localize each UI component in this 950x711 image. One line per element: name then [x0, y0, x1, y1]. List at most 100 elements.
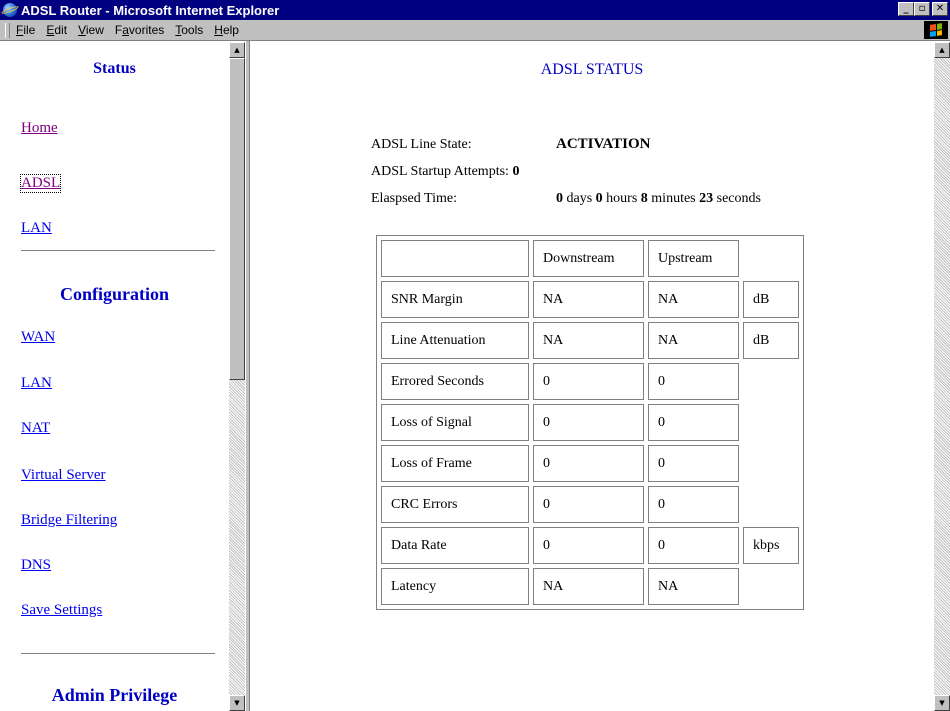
nav-link-home[interactable]: Home	[21, 120, 58, 137]
row-unit: dB	[743, 281, 799, 318]
row-label: Line Attenuation	[381, 322, 529, 359]
nav-link-nat[interactable]: NAT	[21, 420, 50, 437]
row-unit: kbps	[743, 527, 799, 564]
row-label: Data Rate	[381, 527, 529, 564]
menu-file[interactable]: File	[16, 23, 35, 37]
nav-link-save-settings[interactable]: Save Settings	[21, 602, 102, 619]
close-button[interactable]: ✕	[932, 2, 948, 16]
table-header-row: Downstream Upstream	[381, 240, 799, 277]
navigation-scrollbar[interactable]: ▲ ▼	[229, 42, 245, 711]
elapsed-days: 0	[556, 191, 563, 206]
content-scrollbar[interactable]: ▲ ▼	[934, 42, 950, 711]
navigation-frame: Status Home ADSL LAN Configuration WAN L…	[0, 41, 229, 711]
elapsed-minutes-unit: minutes	[651, 191, 696, 206]
row-upstream: NA	[648, 281, 739, 318]
row-label: Loss of Signal	[381, 404, 529, 441]
scroll-up-arrow-icon[interactable]: ▲	[229, 42, 245, 58]
nav-link-config-lan[interactable]: LAN	[21, 375, 52, 392]
scroll-down-arrow-icon[interactable]: ▼	[934, 695, 950, 711]
elapsed-days-unit: days	[566, 191, 593, 206]
nav-link-wan[interactable]: WAN	[21, 329, 55, 346]
elapsed-minutes: 8	[640, 191, 648, 206]
row-downstream: 0	[533, 486, 644, 523]
nav-link-virtual-server[interactable]: Virtual Server	[21, 467, 106, 484]
row-upstream: NA	[648, 568, 739, 605]
table-row: Data Rate 0 0 kbps	[381, 527, 799, 564]
row-downstream: 0	[533, 445, 644, 482]
window-title-bar[interactable]: ADSL Router - Microsoft Internet Explore…	[0, 0, 950, 20]
row-downstream: NA	[533, 568, 644, 605]
row-label: CRC Errors	[381, 486, 529, 523]
menu-bar: File Edit View Favorites Tools Help	[0, 20, 950, 41]
scroll-up-arrow-icon[interactable]: ▲	[934, 42, 950, 58]
elapsed-seconds-unit: seconds	[716, 191, 761, 206]
row-downstream: 0	[533, 527, 644, 564]
table-header-downstream: Downstream	[533, 240, 644, 277]
toolbar-grip[interactable]	[5, 22, 10, 38]
table-row: CRC Errors 0 0	[381, 486, 799, 523]
row-unit	[743, 404, 799, 441]
row-unit	[743, 568, 799, 605]
internet-explorer-icon	[3, 3, 17, 17]
elapsed-seconds: 23	[699, 191, 714, 206]
row-upstream: NA	[648, 322, 739, 359]
window-title: ADSL Router - Microsoft Internet Explore…	[21, 2, 280, 18]
nav-link-status-lan[interactable]: LAN	[21, 220, 52, 237]
row-unit	[743, 445, 799, 482]
configuration-heading: Configuration	[59, 284, 169, 304]
menu-favorites[interactable]: Favorites	[115, 23, 164, 37]
row-upstream: 0	[648, 486, 739, 523]
scroll-down-arrow-icon[interactable]: ▼	[229, 695, 245, 711]
row-label: Loss of Frame	[381, 445, 529, 482]
row-upstream: 0	[648, 363, 739, 400]
table-header-upstream: Upstream	[648, 240, 739, 277]
startup-attempts-label-text: ADSL Startup Attempts:	[371, 164, 509, 179]
row-downstream: 0	[533, 404, 644, 441]
elapsed-time-value: 0 days 0 hours 8 minutes 23 seconds	[556, 191, 761, 207]
nav-link-bridge-filtering[interactable]: Bridge Filtering	[21, 512, 117, 529]
row-unit	[743, 363, 799, 400]
page-title: ADSL STATUS	[540, 61, 644, 78]
startup-attempts-label: ADSL Startup Attempts: 0	[371, 164, 519, 180]
table-row: Errored Seconds 0 0	[381, 363, 799, 400]
table-row: Latency NA NA	[381, 568, 799, 605]
scroll-thumb[interactable]	[229, 58, 245, 380]
table-row: Loss of Frame 0 0	[381, 445, 799, 482]
row-downstream: 0	[533, 363, 644, 400]
line-state-value: ACTIVATION	[556, 136, 651, 152]
elapsed-hours: 0	[595, 191, 603, 206]
row-upstream: 0	[648, 445, 739, 482]
adsl-stats-table: Downstream Upstream SNR Margin NA NA dB …	[376, 235, 804, 610]
window-controls: _ ▫ ✕	[898, 2, 948, 16]
menu-tools[interactable]: Tools	[175, 23, 203, 37]
maximize-button[interactable]: ▫	[914, 2, 930, 16]
status-heading: Status	[93, 60, 136, 77]
row-upstream: 0	[648, 404, 739, 441]
menu-edit[interactable]: Edit	[46, 23, 67, 37]
startup-attempts-value: 0	[512, 164, 520, 179]
row-downstream: NA	[533, 322, 644, 359]
row-downstream: NA	[533, 281, 644, 318]
nav-link-adsl[interactable]: ADSL	[19, 174, 62, 193]
menu-view[interactable]: View	[78, 23, 104, 37]
minimize-button[interactable]: _	[898, 2, 914, 16]
row-label: Latency	[381, 568, 529, 605]
windows-logo-icon	[924, 21, 948, 39]
table-row: Line Attenuation NA NA dB	[381, 322, 799, 359]
nav-divider	[21, 653, 215, 655]
row-unit: dB	[743, 322, 799, 359]
nav-link-dns[interactable]: DNS	[21, 557, 51, 574]
table-header-spacer	[743, 240, 799, 277]
table-header-cell	[381, 240, 529, 277]
row-upstream: 0	[648, 527, 739, 564]
admin-privilege-heading: Admin Privilege	[51, 685, 178, 705]
nav-divider	[21, 250, 215, 252]
line-state-label: ADSL Line State:	[371, 137, 472, 152]
row-unit	[743, 486, 799, 523]
row-label: Errored Seconds	[381, 363, 529, 400]
elapsed-time-label: Elaspsed Time:	[371, 191, 457, 206]
menu-help[interactable]: Help	[214, 23, 239, 37]
table-row: Loss of Signal 0 0	[381, 404, 799, 441]
content-frame: ADSL STATUS ADSL Line State: ACTIVATION …	[250, 41, 934, 711]
table-row: SNR Margin NA NA dB	[381, 281, 799, 318]
